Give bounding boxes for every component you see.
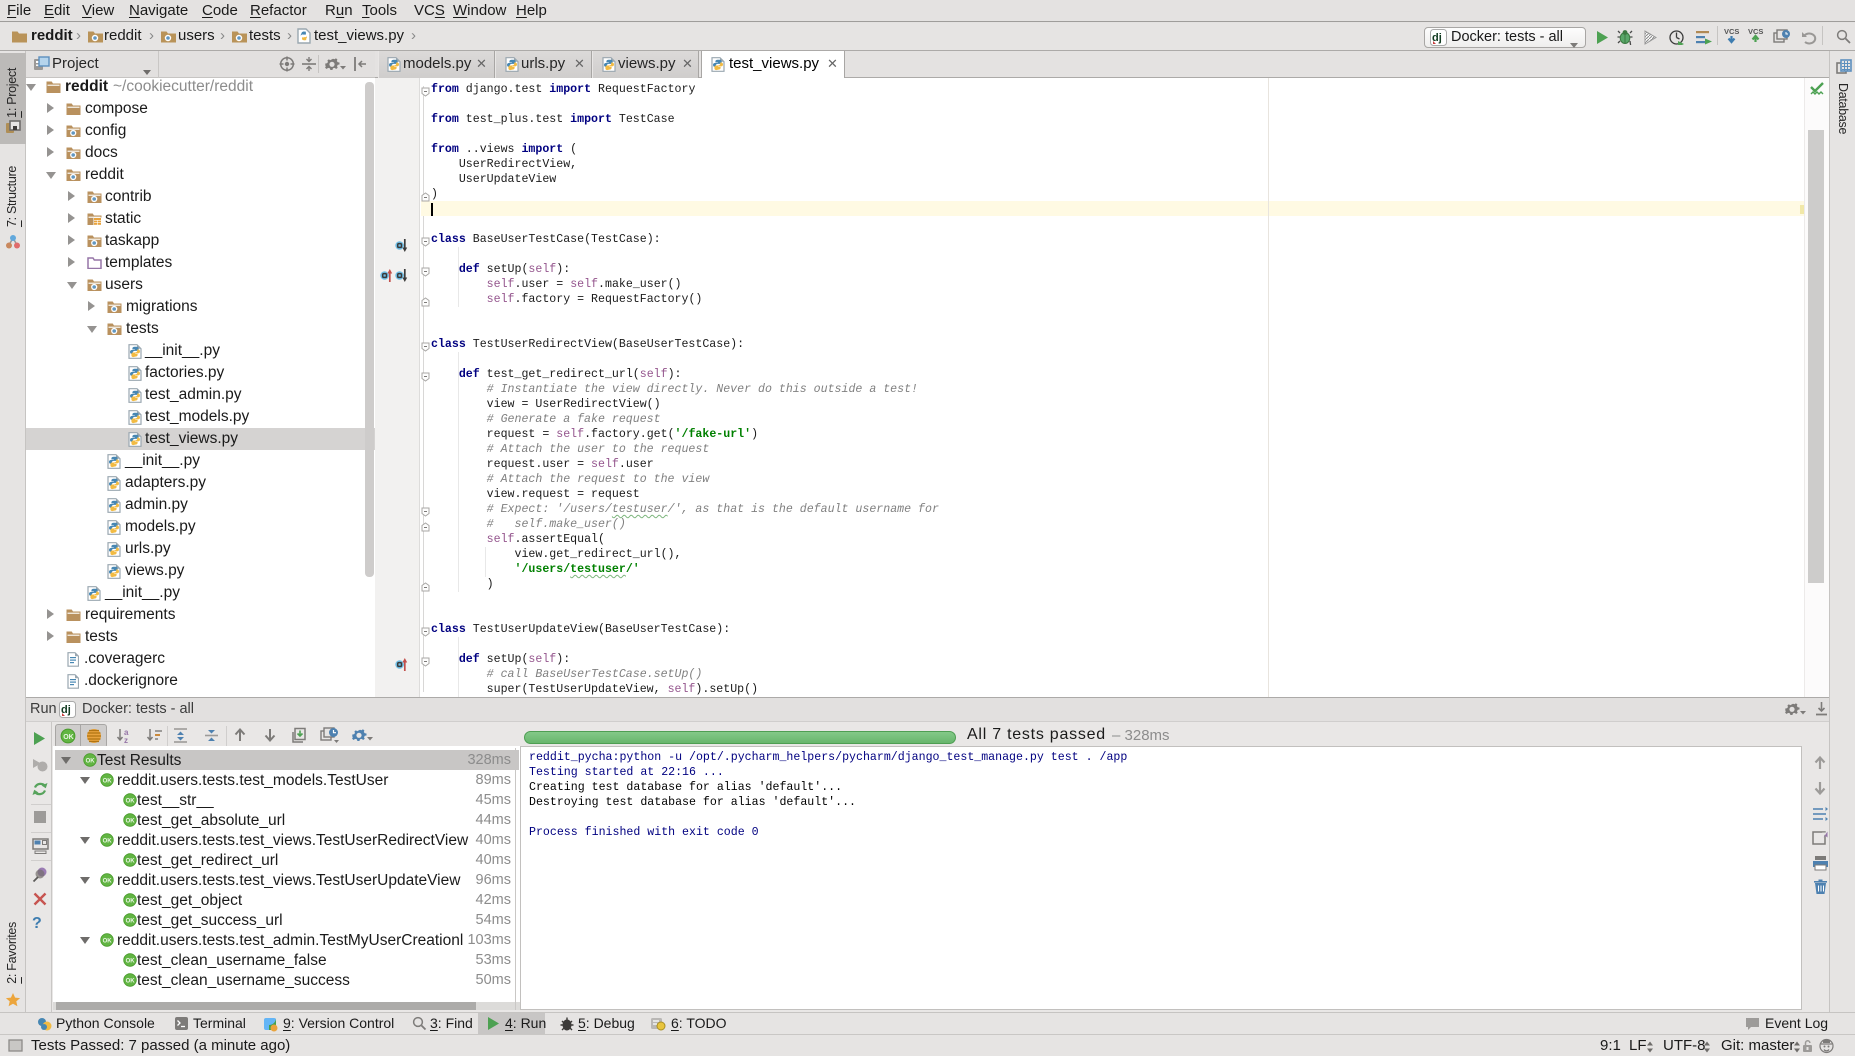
svg-text:OK: OK xyxy=(126,899,136,905)
svg-text:z: z xyxy=(124,736,128,744)
svg-text:OK: OK xyxy=(103,939,113,945)
svg-text:OK: OK xyxy=(103,779,113,785)
svg-text:OK: OK xyxy=(86,759,96,765)
svg-text:OK: OK xyxy=(103,839,113,845)
svg-text:OK: OK xyxy=(103,879,113,885)
svg-text:OK: OK xyxy=(126,819,136,825)
svg-text:VCS: VCS xyxy=(1724,27,1739,36)
svg-text:OK: OK xyxy=(63,734,73,741)
svg-text:OK: OK xyxy=(126,979,136,985)
svg-text:OK: OK xyxy=(126,959,136,965)
svg-text:OK: OK xyxy=(126,859,136,865)
svg-text:OK: OK xyxy=(126,919,136,925)
svg-text:OK: OK xyxy=(126,799,136,805)
